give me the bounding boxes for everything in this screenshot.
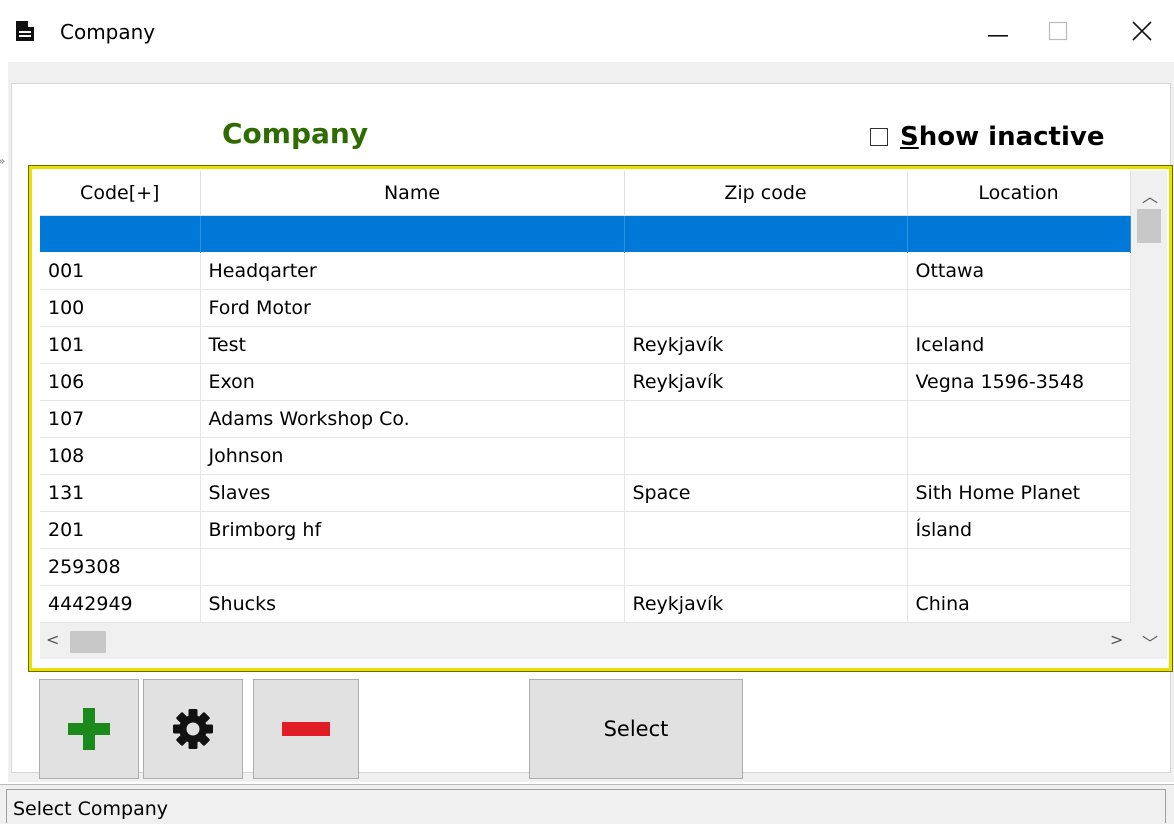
cell-location[interactable]: Ísland: [907, 511, 1131, 549]
horizontal-scroll-thumb[interactable]: [70, 631, 106, 653]
cell-zip[interactable]: Reykjavík: [624, 585, 908, 623]
document-icon: [16, 21, 34, 41]
table-row[interactable]: 106 Exon Reykjavík Vegna 1596-3548: [40, 363, 1131, 401]
cell-name[interactable]: Slaves: [200, 474, 625, 512]
cell-code[interactable]: 131: [40, 474, 201, 512]
cell-name[interactable]: Shucks: [200, 585, 625, 623]
cell-code[interactable]: 259308: [40, 548, 201, 586]
cell-location[interactable]: [907, 215, 1131, 253]
cell-zip[interactable]: [624, 289, 908, 327]
cell-code[interactable]: 101: [40, 326, 201, 364]
column-header-name[interactable]: Name: [200, 171, 625, 216]
status-panel: Select Company: [6, 789, 1166, 823]
plus-icon: [68, 708, 110, 750]
cell-name[interactable]: Ford Motor: [200, 289, 625, 327]
cell-location[interactable]: Vegna 1596-3548: [907, 363, 1131, 401]
client-area: » Company Show inactive Code[+] Name Zip…: [0, 62, 1174, 782]
page-title: Company: [222, 117, 369, 150]
scroll-right-icon[interactable]: >: [1110, 630, 1123, 649]
column-header-code[interactable]: Code[+]: [40, 171, 201, 216]
cell-code[interactable]: [40, 215, 201, 253]
cell-zip[interactable]: Reykjavík: [624, 326, 908, 364]
cell-location[interactable]: China: [907, 585, 1131, 623]
cell-zip[interactable]: Reykjavík: [624, 363, 908, 401]
cell-name[interactable]: Adams Workshop Co.: [200, 400, 625, 438]
cell-name[interactable]: Test: [200, 326, 625, 364]
table-row[interactable]: 259308: [40, 548, 1131, 586]
table-row[interactable]: 4442949 Shucks Reykjavík China: [40, 585, 1131, 623]
cell-zip[interactable]: [624, 437, 908, 475]
cell-name[interactable]: Johnson: [200, 437, 625, 475]
horizontal-scrollbar[interactable]: < > ﹀: [40, 623, 1167, 659]
gear-icon: [173, 709, 213, 749]
close-button[interactable]: [1112, 8, 1172, 54]
cell-location[interactable]: [907, 437, 1131, 475]
minimize-button[interactable]: [968, 8, 1028, 54]
cell-name[interactable]: [200, 548, 625, 586]
add-button[interactable]: [39, 679, 139, 779]
vertical-scroll-thumb[interactable]: [1137, 209, 1161, 243]
settings-button[interactable]: [143, 679, 243, 779]
table-row[interactable]: 131 Slaves Space Sith Home Planet: [40, 474, 1131, 512]
cell-code[interactable]: 4442949: [40, 585, 201, 623]
close-icon: [1132, 21, 1152, 41]
cell-code[interactable]: 107: [40, 400, 201, 438]
cell-zip[interactable]: [624, 511, 908, 549]
remove-button[interactable]: [253, 679, 359, 779]
maximize-icon: [1048, 21, 1068, 41]
select-button[interactable]: Select: [529, 679, 743, 779]
table-row[interactable]: 100 Ford Motor: [40, 289, 1131, 327]
column-header-location[interactable]: Location: [907, 171, 1131, 216]
cell-code[interactable]: 108: [40, 437, 201, 475]
cell-zip[interactable]: [624, 400, 908, 438]
maximize-button[interactable]: [1028, 8, 1088, 54]
table-row[interactable]: 201 Brimborg hf Ísland: [40, 511, 1131, 549]
cell-zip[interactable]: [624, 548, 908, 586]
cell-location[interactable]: [907, 400, 1131, 438]
show-inactive-label-rest: how inactive: [918, 122, 1105, 152]
minus-icon: [282, 722, 330, 736]
column-header-zip[interactable]: Zip code: [624, 171, 908, 216]
table-row[interactable]: 101 Test Reykjavík Iceland: [40, 326, 1131, 364]
cell-code[interactable]: 201: [40, 511, 201, 549]
cell-zip[interactable]: [624, 252, 908, 290]
status-bar: Select Company: [0, 784, 1174, 824]
status-text: Select Company: [13, 798, 169, 820]
table-row-selected[interactable]: [40, 215, 1131, 253]
cell-code[interactable]: 106: [40, 363, 201, 401]
cell-location[interactable]: Iceland: [907, 326, 1131, 364]
scroll-left-icon[interactable]: <: [46, 630, 59, 649]
cell-name[interactable]: Exon: [200, 363, 625, 401]
cell-zip[interactable]: Space: [624, 474, 908, 512]
table-row[interactable]: 108 Johnson: [40, 437, 1131, 475]
minimize-icon: [988, 35, 1008, 37]
show-inactive-checkbox[interactable]: Show inactive: [870, 122, 1104, 152]
table-row[interactable]: 107 Adams Workshop Co.: [40, 400, 1131, 438]
scroll-down-icon[interactable]: ﹀: [1142, 630, 1158, 654]
cell-name[interactable]: Headqarter: [200, 252, 625, 290]
cell-location[interactable]: Sith Home Planet: [907, 474, 1131, 512]
cell-name[interactable]: Brimborg hf: [200, 511, 625, 549]
main-panel: Company Show inactive Code[+] Name Zip c…: [11, 83, 1173, 779]
show-inactive-label: Show inactive: [900, 122, 1104, 152]
cell-location[interactable]: [907, 548, 1131, 586]
scroll-up-icon[interactable]: ︿: [1142, 183, 1158, 207]
checkbox-box[interactable]: [870, 128, 888, 146]
cell-code[interactable]: 001: [40, 252, 201, 290]
company-table: Code[+] Name Zip code Location 001 Headqa…: [40, 171, 1131, 623]
cell-code[interactable]: 100: [40, 289, 201, 327]
title-bar: Company: [0, 0, 1174, 62]
window-title: Company: [60, 20, 156, 44]
cell-location[interactable]: Ottawa: [907, 252, 1131, 290]
header-row: Code[+] Name Zip code Location: [40, 171, 1131, 216]
company-grid[interactable]: Code[+] Name Zip code Location 001 Headqa…: [28, 165, 1173, 672]
table-row[interactable]: 001 Headqarter Ottawa: [40, 252, 1131, 290]
cell-name[interactable]: [200, 215, 625, 253]
cell-location[interactable]: [907, 289, 1131, 327]
cell-zip[interactable]: [624, 215, 908, 253]
collapse-chevron-icon[interactable]: »: [0, 154, 5, 168]
show-inactive-mnemonic: S: [900, 122, 919, 152]
vertical-scrollbar[interactable]: ︿: [1131, 171, 1167, 623]
